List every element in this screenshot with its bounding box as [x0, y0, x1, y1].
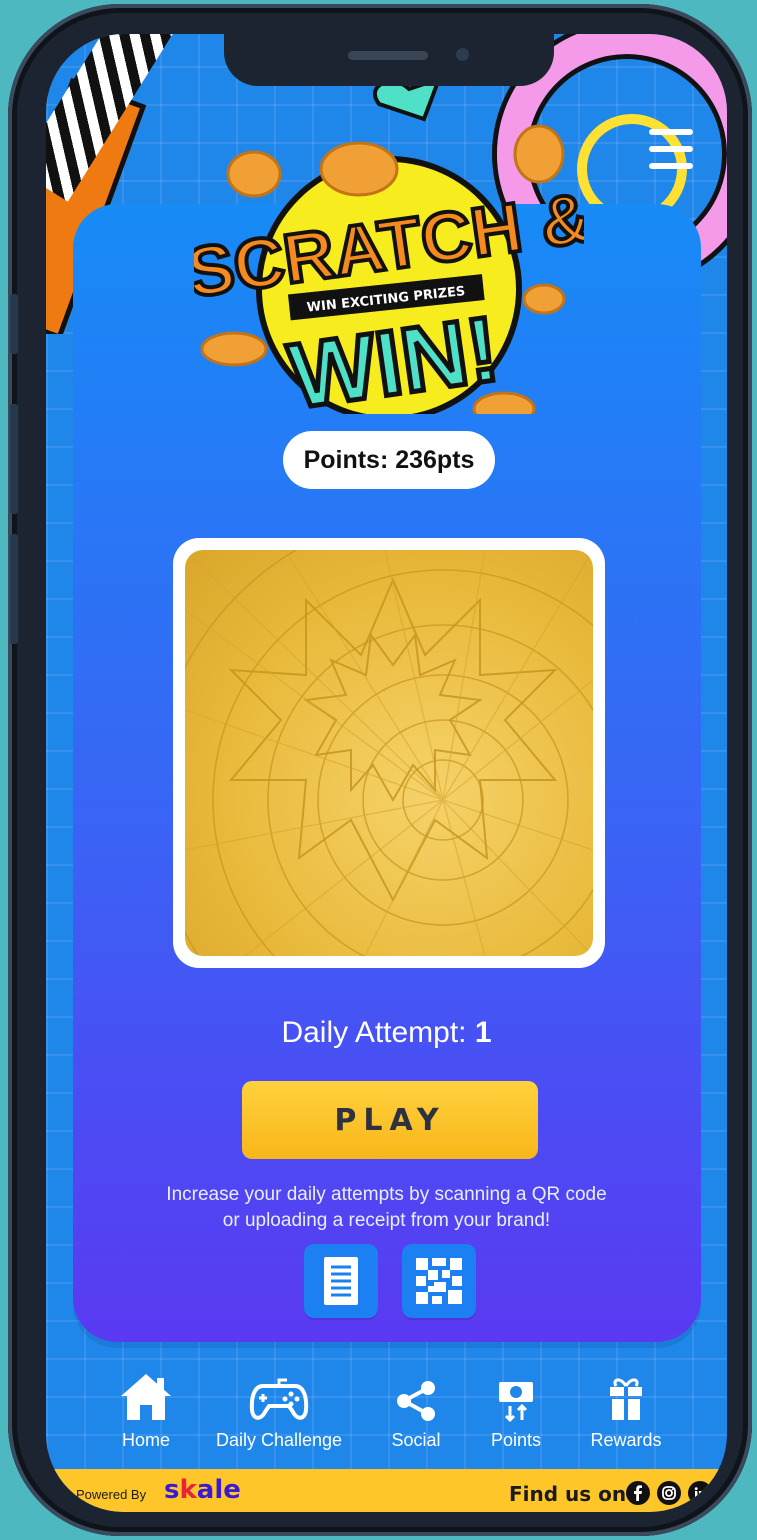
- share-icon: [397, 1381, 435, 1421]
- hamburger-line: [649, 146, 693, 152]
- phone-frame: SCRATCH & WIN EXCITING PRIZES WIN! Point…: [8, 4, 752, 1536]
- nav-home[interactable]: Home: [106, 1364, 186, 1451]
- nav-social[interactable]: Social: [376, 1364, 456, 1451]
- nav-points-label: Points: [490, 1430, 542, 1450]
- brand-part-k: k: [179, 1475, 197, 1505]
- hamburger-icon: [649, 129, 693, 135]
- points-icon: [499, 1382, 533, 1422]
- notch: [224, 34, 554, 86]
- scratch-pattern: [185, 550, 593, 956]
- brand-part-1: s: [164, 1475, 180, 1505]
- receipt-icon: [324, 1257, 358, 1305]
- facebook-icon[interactable]: [626, 1481, 650, 1505]
- gift-icon: [610, 1378, 642, 1420]
- scratch-card-frame: [173, 538, 605, 968]
- nav-social-label: Social: [391, 1430, 441, 1450]
- find-us-label: Find us on: [509, 1482, 627, 1506]
- volume-down-button: [10, 534, 18, 644]
- speaker: [348, 51, 428, 60]
- qr-code-icon: [416, 1258, 462, 1304]
- scan-qr-button[interactable]: [402, 1244, 476, 1318]
- brand-part-2: ale: [196, 1475, 241, 1505]
- home-icon: [121, 1374, 171, 1420]
- daily-attempt-value: 1: [474, 1016, 492, 1049]
- nav-rewards[interactable]: Rewards: [581, 1364, 671, 1451]
- volume-up-button: [10, 404, 18, 514]
- daily-attempt-label: Daily Attempt:: [281, 1016, 475, 1049]
- hamburger-line: [649, 163, 693, 169]
- nav-points[interactable]: Points: [478, 1364, 554, 1451]
- brand-logo[interactable]: skale: [164, 1475, 241, 1505]
- nav-home-label: Home: [121, 1430, 170, 1450]
- hint-line-2: or uploading a receipt from your brand!: [222, 1210, 551, 1231]
- bottom-nav: Home Daily Challenge Social Points Rewar…: [46, 1364, 727, 1472]
- mute-switch: [10, 294, 18, 354]
- scratch-and-win-logo: SCRATCH & WIN EXCITING PRIZES WIN!: [194, 75, 584, 414]
- powered-by-label: Powered By: [76, 1487, 147, 1502]
- gamepad-icon: [249, 1378, 309, 1420]
- hint-line-1: Increase your daily attempts by scanning…: [166, 1184, 607, 1205]
- front-camera: [456, 48, 469, 61]
- nav-daily-challenge[interactable]: Daily Challenge: [214, 1364, 344, 1451]
- menu-button[interactable]: [649, 129, 693, 169]
- attempts-hint: Increase your daily attempts by scanning…: [126, 1182, 647, 1234]
- upload-receipt-button[interactable]: [304, 1244, 378, 1318]
- play-button[interactable]: PLAY: [242, 1081, 538, 1159]
- instagram-icon[interactable]: [657, 1481, 681, 1505]
- nav-rewards-label: Rewards: [590, 1430, 662, 1450]
- scratch-card[interactable]: [185, 550, 593, 956]
- daily-attempt: Daily Attempt: 1: [46, 1016, 727, 1050]
- footer-bar: Powered By skale Find us on: [46, 1469, 727, 1512]
- screen: SCRATCH & WIN EXCITING PRIZES WIN! Point…: [46, 34, 727, 1512]
- points-badge: Points: 236pts: [283, 431, 495, 489]
- nav-daily-challenge-label: Daily Challenge: [215, 1430, 343, 1450]
- linkedin-icon[interactable]: [688, 1481, 712, 1505]
